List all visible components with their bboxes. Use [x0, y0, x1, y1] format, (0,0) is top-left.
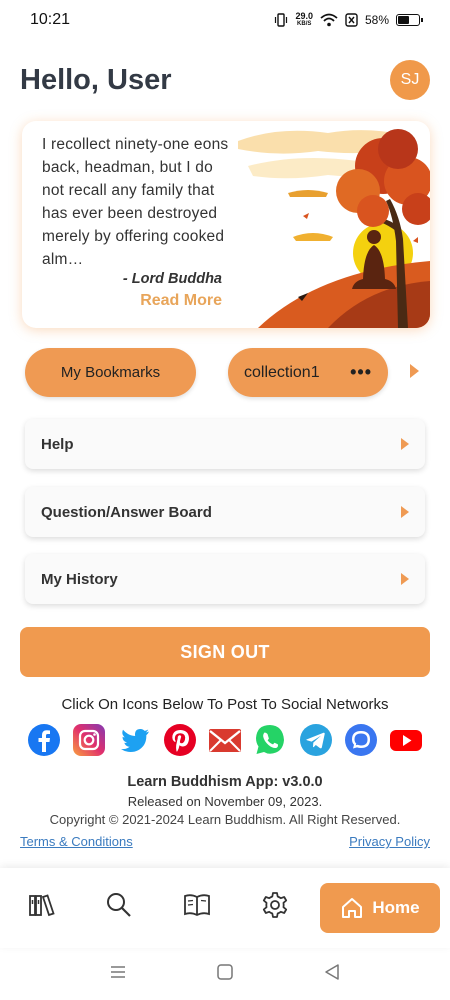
- privacy-link[interactable]: Privacy Policy: [349, 834, 430, 849]
- status-time: 10:21: [30, 11, 71, 28]
- back-nav-icon[interactable]: [322, 962, 342, 982]
- read-more-link[interactable]: Read More: [42, 292, 222, 310]
- battery-fill: [398, 16, 410, 24]
- facebook-icon[interactable]: [27, 723, 61, 757]
- home-tab-label: Home: [372, 898, 420, 917]
- battery-percent: 58%: [364, 13, 389, 27]
- home-icon: [342, 898, 363, 918]
- terms-link[interactable]: Terms & Conditions: [20, 834, 133, 849]
- social-icons-row: [27, 723, 423, 759]
- vibrate-icon: [275, 13, 288, 27]
- chevron-right-icon: [401, 506, 409, 518]
- menu-item-my-history[interactable]: My History: [25, 554, 425, 604]
- buddha-illustration: [238, 129, 430, 328]
- my-bookmarks-label: My Bookmarks: [60, 364, 161, 381]
- telegram-icon[interactable]: [299, 723, 333, 757]
- release-date: Released on November 09, 2023.: [127, 794, 323, 809]
- recent-apps-icon[interactable]: [108, 962, 128, 982]
- collection-button[interactable]: collection1 •••: [228, 348, 388, 397]
- youtube-icon[interactable]: [389, 723, 423, 757]
- book-icon[interactable]: [180, 888, 214, 922]
- menu-item-label: My History: [41, 570, 118, 588]
- network-speed-value: 29.0: [295, 11, 313, 21]
- quote-text: I recollect ninety-one eons back, headma…: [42, 136, 229, 268]
- chevron-right-icon: [401, 438, 409, 450]
- status-icons: 29.0 KB/S 58%: [274, 12, 423, 28]
- quote-author: - Lord Buddha: [122, 271, 222, 287]
- avatar[interactable]: SJ: [390, 60, 430, 100]
- library-icon[interactable]: [25, 888, 59, 922]
- scroll-right-arrow-icon[interactable]: [410, 364, 419, 378]
- menu-item-help[interactable]: Help: [25, 419, 425, 469]
- copyright: Copyright © 2021-2024 Learn Buddhism. Al…: [49, 812, 401, 827]
- email-icon[interactable]: [208, 723, 242, 757]
- search-icon[interactable]: [102, 888, 136, 922]
- settings-icon[interactable]: [258, 888, 292, 922]
- twitter-icon[interactable]: [118, 723, 152, 757]
- sim-disabled-icon: [345, 13, 358, 27]
- page-title: Hello, User: [20, 64, 172, 96]
- menu-item-label: Question/Answer Board: [41, 503, 212, 521]
- sign-out-button[interactable]: SIGN OUT: [20, 627, 430, 677]
- menu-item-question-answer-board[interactable]: Question/Answer Board: [25, 487, 425, 537]
- network-speed: 29.0 KB/S: [295, 12, 313, 28]
- network-speed-unit: KB/S: [297, 21, 312, 27]
- quote-card[interactable]: I recollect ninety-one eons back, headma…: [22, 121, 430, 328]
- home-nav-icon[interactable]: [215, 962, 235, 982]
- my-bookmarks-button[interactable]: My Bookmarks: [25, 348, 196, 397]
- pinterest-icon[interactable]: [163, 723, 197, 757]
- app-version: Learn Buddhism App: v3.0.0: [127, 774, 323, 790]
- chevron-right-icon: [401, 573, 409, 585]
- menu-item-label: Help: [41, 435, 74, 453]
- wifi-icon: [320, 13, 338, 27]
- battery-icon: [396, 14, 423, 26]
- collection-label: collection1: [244, 363, 320, 381]
- more-options-icon[interactable]: •••: [350, 362, 372, 383]
- whatsapp-icon[interactable]: [253, 723, 287, 757]
- status-bar: 10:21 29.0 KB/S 58%: [0, 0, 450, 40]
- signal-icon[interactable]: [344, 723, 378, 757]
- home-tab[interactable]: Home: [320, 883, 440, 933]
- instagram-icon[interactable]: [72, 723, 106, 757]
- social-title: Click On Icons Below To Post To Social N…: [61, 696, 389, 713]
